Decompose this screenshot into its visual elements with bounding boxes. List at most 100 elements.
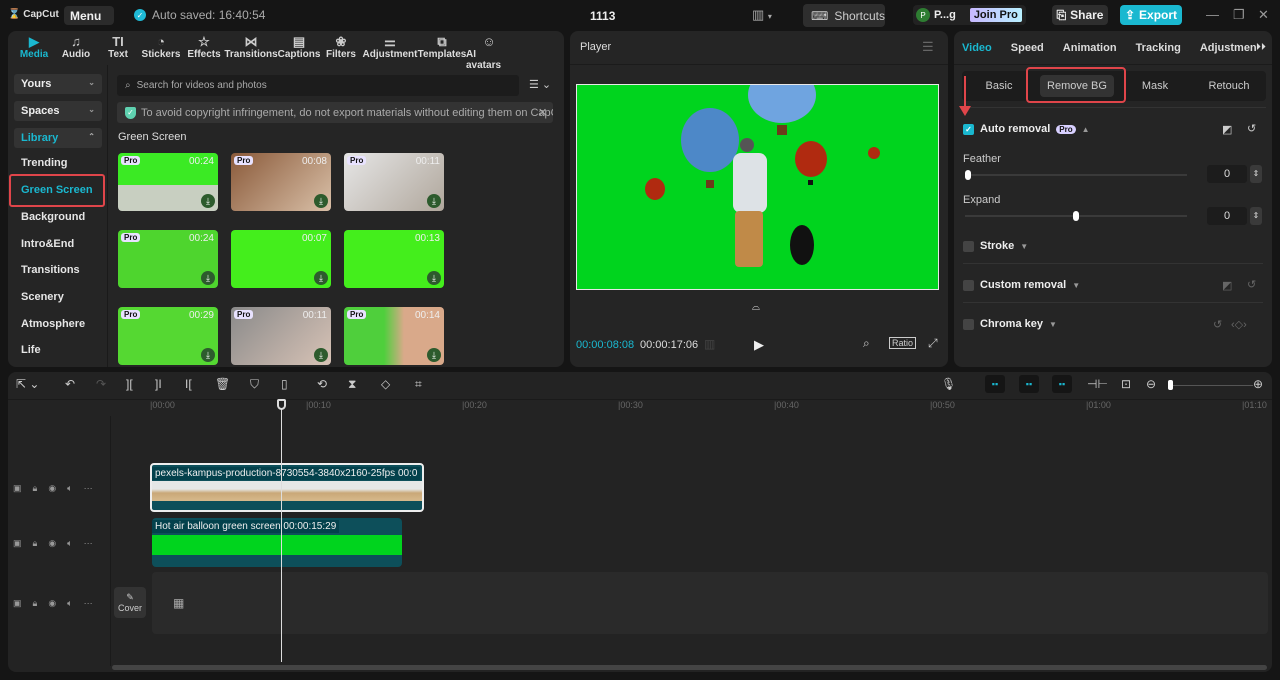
filter-icon[interactable]: ☰ ⌄ [529,78,551,91]
download-icon[interactable]: ⤓ [201,194,215,208]
download-icon[interactable]: ⤓ [201,271,215,285]
sidebar-item-trending[interactable]: Trending [21,157,67,169]
expand-slider[interactable] [965,211,1187,221]
cover-button[interactable]: ✎ Cover [114,587,146,618]
minimize-icon[interactable]: — [1206,7,1219,22]
tab-tracking[interactable]: Tracking [1136,42,1181,54]
download-icon[interactable]: ⤓ [427,194,441,208]
horizontal-scrollbar[interactable] [112,665,1267,670]
library-thumbnail[interactable]: Pro 00:11 ⤓ [344,153,444,211]
sidebar-item-life[interactable]: Life [21,344,41,356]
preview-canvas[interactable] [576,67,939,290]
tab-video[interactable]: Video [962,42,992,54]
join-pro-button[interactable]: Join Pro [969,8,1022,22]
subtab-basic[interactable]: Basic [962,80,1036,92]
visibility-icon[interactable]: ◉ [48,538,56,549]
tab-animation[interactable]: Animation [1063,42,1117,54]
chevron-down-icon[interactable]: ▼ [1020,242,1028,251]
visibility-icon[interactable]: ◉ [48,598,56,609]
tab-media[interactable]: ▶ Media [14,31,54,64]
feather-value-input[interactable]: 0 [1207,165,1247,183]
lock-icon[interactable]: 🔒︎ [33,598,38,609]
library-thumbnail[interactable]: Pro 00:08 ⤓ [231,153,331,211]
more-icon[interactable]: ··· [84,598,93,608]
fullscreen-icon[interactable]: ⤢ [928,336,938,351]
tab-adjustment[interactable]: Adjustment [1200,42,1256,54]
timeline-zoom-knob[interactable] [1168,380,1173,390]
search-input[interactable]: ⌕ Search for videos and photos [117,75,519,96]
download-icon[interactable]: ⤓ [314,271,328,285]
zoom-in-icon[interactable]: ⊕ [1253,377,1263,391]
rotate-icon[interactable]: ◇ [381,377,390,391]
timeline-zoom-slider[interactable] [1168,380,1253,390]
more-icon[interactable]: ··· [84,483,93,493]
mirror-icon[interactable]: ⧗ [348,377,356,392]
expand-slider-knob[interactable] [1073,211,1079,221]
playhead[interactable] [281,400,282,662]
restore-icon[interactable]: ❐ [1233,7,1245,23]
time-ruler[interactable]: |00:00 |00:10 |00:20 |00:30 |00:40 |00:50 |01:… [150,400,1272,416]
library-thumbnail[interactable]: Pro 00:11 ⤓ [231,307,331,365]
sidebar-item-intro-end[interactable]: Intro&End [21,238,74,250]
player-menu-icon[interactable]: ☰ [922,39,934,55]
download-icon[interactable]: ⤓ [201,348,215,362]
custom-removal-checkbox[interactable] [963,279,974,291]
main-track-empty[interactable] [152,572,1268,634]
sidebar-item-atmosphere[interactable]: Atmosphere [21,318,85,330]
tab-ai-avatars[interactable]: ☺ AI avatars [466,31,512,71]
library-thumbnail[interactable]: Pro 00:24 ⤓ [118,153,218,211]
export-button[interactable]: ⇪ Export [1120,5,1182,25]
user-account[interactable]: P P...g Join Pro [913,5,1026,25]
split-icon[interactable]: ][ [126,377,133,391]
subtab-retouch[interactable]: Retouch [1192,80,1266,92]
split-right-icon[interactable]: I[ [185,377,192,391]
reset-icon[interactable]: ↺ [1247,122,1256,135]
sidebar-item-scenery[interactable]: Scenery [21,291,64,303]
sidebar-item-transitions[interactable]: Transitions [21,264,80,276]
chroma-key-checkbox[interactable] [963,318,974,330]
sidebar-dropdown-library[interactable]: Library ⌃ [14,128,102,148]
library-thumbnail[interactable]: 00:13 ⤓ [344,230,444,288]
notice-close-icon[interactable]: ✕ [538,106,547,119]
linkage-icon[interactable]: ▪▪ [1052,375,1072,393]
crop-icon[interactable]: ⌗ [415,377,422,392]
tab-stickers[interactable]: ◔ Stickers [138,31,184,64]
subtab-mask[interactable]: Mask [1118,80,1192,92]
sidebar-item-background[interactable]: Background [21,211,85,223]
reverse-icon[interactable]: ⟲ [317,377,327,391]
zoom-out-icon[interactable]: ⊖ [1146,377,1156,391]
auto-snap-icon[interactable]: ▪▪ [1019,375,1039,393]
freeze-icon[interactable]: ▯ [281,377,288,391]
feather-stepper[interactable]: ⇕ [1250,165,1262,183]
download-icon[interactable]: ⤓ [314,194,328,208]
compare-icon[interactable]: ◩ [1222,123,1232,136]
delete-icon[interactable]: 🗑 [215,377,230,391]
tab-templates[interactable]: ⧉ Templates [418,31,467,64]
shortcuts-button[interactable]: ⌨ Shortcuts [803,4,885,27]
tab-speed[interactable]: Speed [1011,42,1044,54]
audio-icon[interactable]: 🔈︎ [67,598,72,609]
lock-icon[interactable]: 🔒︎ [33,483,38,494]
audio-icon[interactable]: 🔈︎ [67,538,72,549]
collapse-icon[interactable]: ⌓ [752,302,760,313]
playhead-handle[interactable] [277,399,286,410]
stroke-checkbox[interactable] [963,240,974,252]
sidebar-dropdown-yours[interactable]: Yours ⌄ [14,74,102,94]
tab-captions[interactable]: ▤ Captions [278,31,321,64]
audio-icon[interactable]: 🔈︎ [67,483,72,494]
expand-stepper[interactable]: ⇕ [1250,207,1262,225]
lock-icon[interactable]: 🔒︎ [33,538,38,549]
download-icon[interactable]: ⤓ [314,348,328,362]
tab-text[interactable]: TI Text [98,31,138,64]
more-icon[interactable]: ··· [84,538,93,548]
undo-icon[interactable]: ↶ [65,377,75,391]
layout-icon[interactable]: ▥ ▾ [752,7,772,23]
timeline-clip-green-screen[interactable]: Hot air balloon green screen 00:00:15:29 [152,518,402,567]
feather-slider[interactable] [965,170,1187,180]
more-tabs-icon[interactable]: ⏵⏵ [1256,42,1266,53]
tab-audio[interactable]: ♫ Audio [54,31,98,64]
timeline-clip-video[interactable]: pexels-kampus-production-8730554-3840x21… [150,463,424,512]
tab-effects[interactable]: ☆ Effects [184,31,224,64]
library-thumbnail[interactable]: 00:07 ⤓ [231,230,331,288]
tab-adjustment[interactable]: ⚌ Adjustment [362,31,418,64]
